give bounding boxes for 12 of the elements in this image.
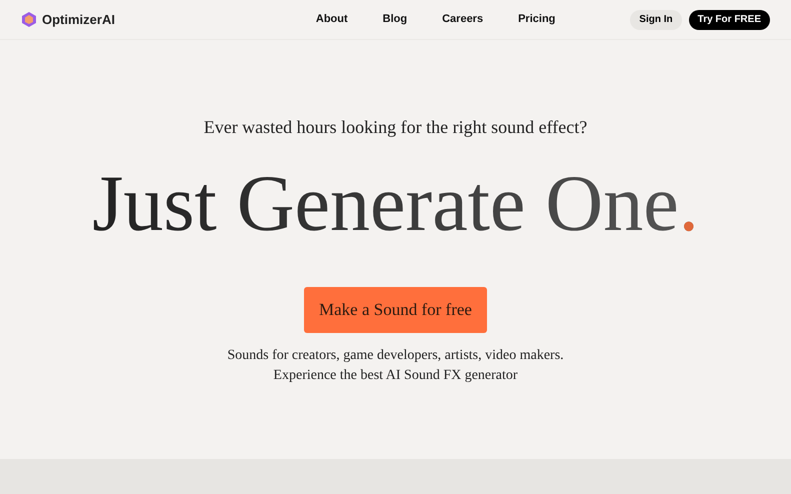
make-sound-button[interactable]: Make a Sound for free [304,287,487,333]
try-free-button[interactable]: Try For FREE [688,10,770,30]
nav-link[interactable]: About [316,11,348,28]
nav-link[interactable]: Blog [382,11,408,28]
nav-link[interactable]: Careers [442,11,484,28]
sign-in-button[interactable]: Sign In [630,10,682,30]
hero-subtitle: Experience the best AI Sound FX generator [273,367,518,385]
nav-link[interactable]: Pricing [518,11,556,28]
hero-subtitle: Sounds for creators, game developers, artists, video makers. [227,347,564,365]
brand-name: OptimizerAI [42,10,115,29]
hero-question: Ever wasted hours looking for the right sound effect? [204,116,588,139]
logo-icon [21,11,37,28]
